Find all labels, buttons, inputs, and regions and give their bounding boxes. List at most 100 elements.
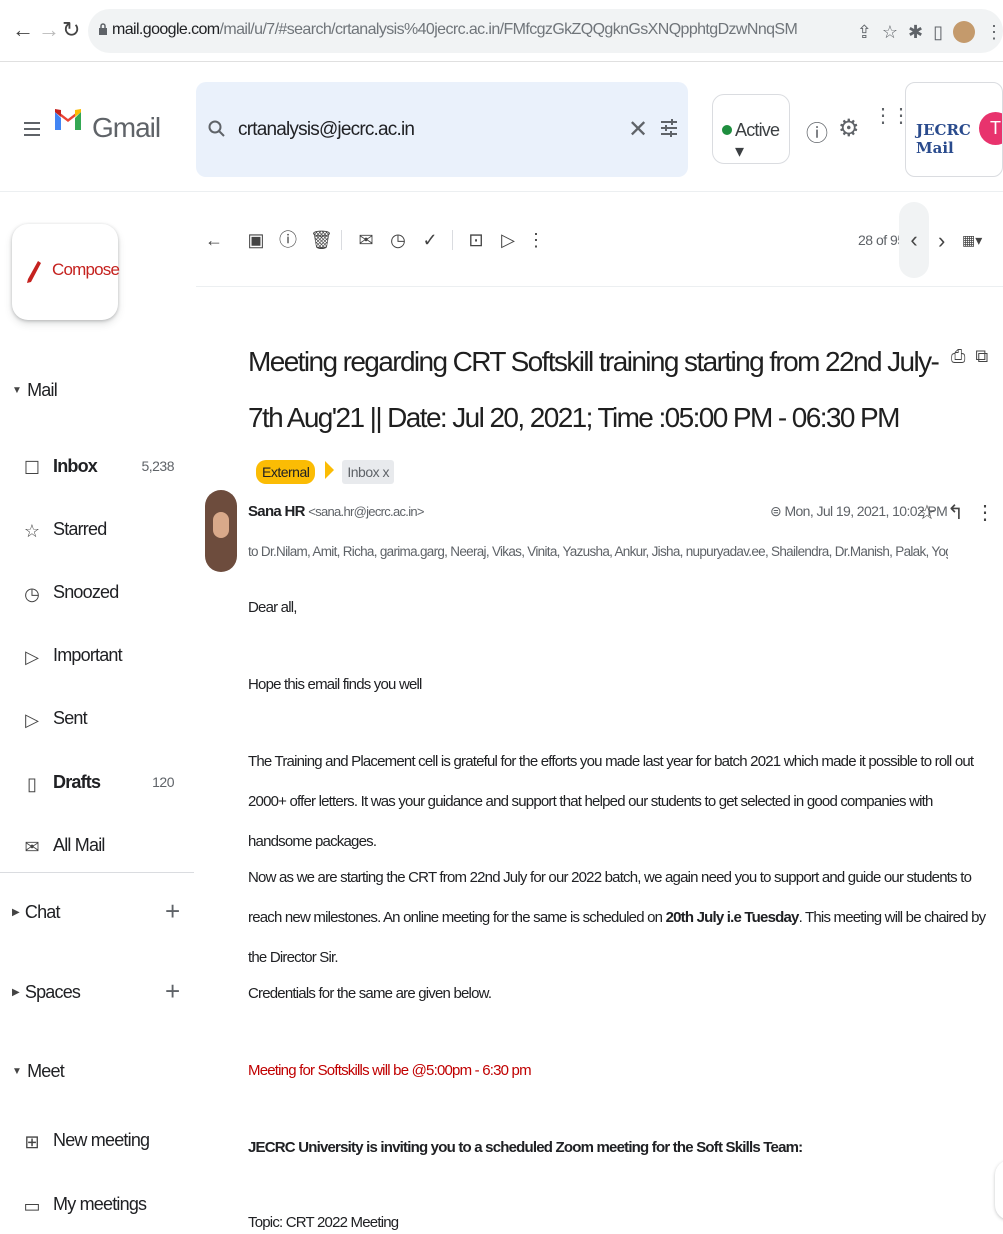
meet-section-label: Meet xyxy=(27,1061,65,1081)
newer-chevron-icon[interactable]: ‹ xyxy=(899,202,929,278)
report-spam-icon[interactable]: ⓘ xyxy=(278,230,298,250)
url-path: /mail/u/7/#search/crtanalysis%40jecrc.ac… xyxy=(219,21,798,38)
chat-section-toggle[interactable]: ▶ Chat xyxy=(12,902,61,923)
sidebar-item-drafts[interactable]: ▯ Drafts 120 xyxy=(0,764,190,804)
forward-arrow-icon[interactable]: → xyxy=(38,18,60,42)
input-tools-icon[interactable]: ▦▾ xyxy=(962,232,982,249)
mail-section-toggle[interactable]: ▼ Mail xyxy=(12,380,58,401)
spaces-section-label: Spaces xyxy=(24,982,81,1002)
sidebar-item-label: New meeting xyxy=(53,1130,150,1150)
main-menu-icon[interactable] xyxy=(24,122,40,140)
bookmark-star-icon[interactable]: ☆ xyxy=(882,22,898,43)
page-count: 28 of 95 xyxy=(858,232,905,248)
pencil-icon xyxy=(27,261,41,283)
sidebar-item-count: 120 xyxy=(152,774,174,790)
sidebar-item-count: 5,238 xyxy=(141,458,174,474)
sidebar-item-label: My meetings xyxy=(53,1194,147,1214)
sidebar-item-inbox[interactable]: ☐ Inbox 5,238 xyxy=(0,448,190,488)
new-meeting-icon: ⊞ xyxy=(24,1132,40,1152)
account-box[interactable]: JECRC Mail T xyxy=(905,82,1003,177)
sidebar-item-important[interactable]: ▷ Important xyxy=(0,637,190,677)
important-marker-icon[interactable] xyxy=(325,461,335,479)
meet-section-toggle[interactable]: ▼ Meet xyxy=(12,1061,65,1082)
search-options-icon[interactable] xyxy=(660,118,678,138)
sidebar-item-label: Inbox xyxy=(53,456,98,476)
back-to-list-icon[interactable]: ← xyxy=(204,230,224,250)
clear-search-icon[interactable]: ✕ xyxy=(628,115,648,144)
url-host: mail.google.com xyxy=(112,21,220,38)
more-options-icon[interactable]: ⋮ xyxy=(526,230,546,250)
body-meeting-time: Meeting for Softskills will be @5:00pm -… xyxy=(248,1062,532,1079)
sidebar-item-my-meetings[interactable]: ▭ My meetings xyxy=(0,1186,190,1226)
share-icon[interactable]: ⇪ xyxy=(857,22,872,43)
browser-menu-icon[interactable]: ⋮ xyxy=(985,22,1003,43)
body-zoom-invite: JECRC University is inviting you to a sc… xyxy=(248,1139,803,1156)
status-selector[interactable]: Active ▾ xyxy=(712,94,790,164)
reply-icon[interactable]: ↰ xyxy=(947,502,964,524)
external-badge: External xyxy=(256,460,316,484)
sidebar-item-label: Starred xyxy=(53,519,107,539)
search-input[interactable]: crtanalysis@jecrc.ac.in xyxy=(238,119,415,141)
move-to-icon[interactable]: ⊡ xyxy=(466,230,486,250)
side-panel-toggle[interactable] xyxy=(995,1160,1003,1220)
send-icon: ▷ xyxy=(25,710,39,730)
help-icon[interactable]: ⓘ xyxy=(806,116,828,148)
sidebar-divider xyxy=(0,872,194,873)
archive-icon[interactable]: ▣ xyxy=(246,230,266,250)
sender-line: Sana HR <sana.hr@jecrc.ac.in> xyxy=(248,503,425,520)
inbox-icon: ☐ xyxy=(23,458,41,478)
important-icon: ▷ xyxy=(25,647,39,667)
sidebar-item-label: Important xyxy=(53,645,123,665)
calendar-icon: ▭ xyxy=(23,1196,41,1216)
delete-icon[interactable]: 🗑 xyxy=(310,230,333,250)
reload-icon[interactable]: ↻ xyxy=(62,18,80,42)
clock-icon: ◷ xyxy=(24,584,40,604)
open-new-window-icon[interactable]: ⧉ xyxy=(975,346,988,366)
gmail-logo-icon[interactable] xyxy=(53,106,83,132)
inbox-label-chip[interactable]: Inbox x xyxy=(342,460,394,484)
sidebar-item-label: Drafts xyxy=(53,772,101,792)
toolbar-divider xyxy=(452,230,453,250)
browser-profile-avatar[interactable] xyxy=(953,21,975,43)
search-box[interactable]: crtanalysis@jecrc.ac.in ✕ xyxy=(196,82,688,177)
caret-down-icon: ▼ xyxy=(12,385,22,396)
sidebar-item-label: All Mail xyxy=(53,835,105,855)
mark-unread-icon[interactable]: ✉ xyxy=(356,230,376,250)
p3-bold-date: 20th July i.e Tuesday xyxy=(665,909,800,926)
sender-avatar[interactable] xyxy=(205,490,237,572)
extensions-icon[interactable]: ✱ xyxy=(908,22,923,43)
new-chat-plus-icon[interactable]: + xyxy=(165,896,180,927)
sidebar-item-label: Snoozed xyxy=(53,582,119,602)
all-mail-icon: ✉ xyxy=(24,837,40,857)
gmail-wordmark: Gmail xyxy=(92,112,161,143)
star-icon[interactable]: ☆ xyxy=(918,502,936,524)
toolbar-divider xyxy=(341,230,342,250)
message-actions: ☆ ↰ ⋮ xyxy=(918,500,995,525)
star-icon: ☆ xyxy=(23,521,41,541)
recipients-list[interactable]: to Dr.Nilam, Amit, Richa, garima.garg, N… xyxy=(248,544,948,560)
snooze-icon[interactable]: ◷ xyxy=(388,230,408,250)
sidepanel-icon[interactable]: ▯ xyxy=(933,22,943,43)
sidebar-item-starred[interactable]: ☆ Starred xyxy=(0,511,190,551)
sidebar-item-snoozed[interactable]: ◷ Snoozed xyxy=(0,574,190,614)
add-task-icon[interactable]: ✓ xyxy=(420,230,440,250)
more-options-icon[interactable]: ⋮ xyxy=(975,502,995,524)
older-chevron-icon[interactable]: › xyxy=(938,228,945,254)
settings-gear-icon[interactable]: ⚙ xyxy=(838,114,860,143)
new-space-plus-icon[interactable]: + xyxy=(165,976,180,1007)
compose-button[interactable]: Compose xyxy=(12,224,120,320)
sidebar-item-all-mail[interactable]: ✉ All Mail xyxy=(0,827,190,867)
url-text[interactable]: mail.google.com/mail/u/7/#search/crtanal… xyxy=(112,21,798,39)
sidebar-item-new-meeting[interactable]: ⊞ New meeting xyxy=(0,1122,190,1162)
label-icon[interactable]: ▷ xyxy=(498,230,518,250)
lock-icon xyxy=(99,23,107,35)
attachment-clip-icon: ⊜ xyxy=(770,503,782,519)
sidebar-item-sent[interactable]: ▷ Sent xyxy=(0,700,190,740)
address-bar[interactable]: mail.google.com/mail/u/7/#search/crtanal… xyxy=(88,9,1003,53)
active-status-dot xyxy=(722,125,732,135)
back-arrow-icon[interactable]: ← xyxy=(12,18,34,42)
spaces-section-toggle[interactable]: ▶ Spaces xyxy=(12,982,81,1003)
print-icon[interactable]: ⎙ xyxy=(951,346,965,366)
sender-name[interactable]: Sana HR xyxy=(248,503,305,520)
search-icon[interactable] xyxy=(208,120,226,138)
